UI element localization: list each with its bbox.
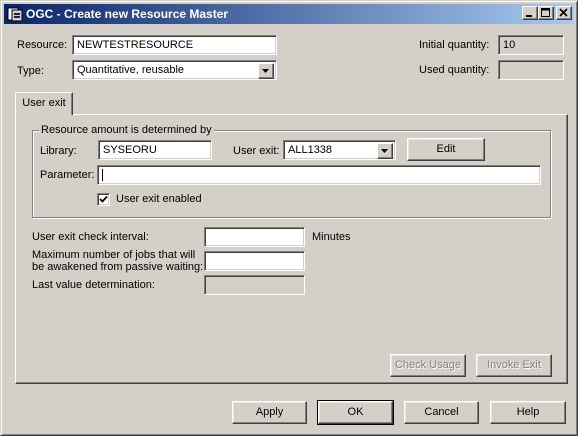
library-label: Library: <box>40 145 77 157</box>
apply-button[interactable]: Apply <box>232 401 307 424</box>
user-exit-select[interactable]: ALL1338 <box>283 140 396 160</box>
maximize-button[interactable] <box>538 6 554 20</box>
last-value-field <box>204 275 305 295</box>
title-bar[interactable]: OGC - Create new Resource Master <box>4 4 574 24</box>
check-interval-input[interactable] <box>204 227 305 247</box>
max-jobs-label-line2: be awakened from passive waiting: <box>32 261 204 273</box>
library-input[interactable]: SYSEORU <box>98 140 212 160</box>
max-jobs-input[interactable] <box>204 251 305 271</box>
dialog-window: OGC - Create new Resource Master Resourc… <box>0 0 578 436</box>
initial-quantity-field: 10 <box>498 35 564 55</box>
resource-input[interactable]: NEWTESTRESOURCE <box>72 35 277 55</box>
ok-button[interactable]: OK <box>317 400 394 425</box>
type-dropdown-button[interactable] <box>258 63 274 79</box>
type-select[interactable]: Quantitative, reusable <box>72 60 277 80</box>
close-button[interactable] <box>556 6 572 20</box>
max-jobs-label-line1: Maximum number of jobs that will <box>32 249 196 261</box>
resource-label: Resource: <box>17 39 68 51</box>
type-label: Type: <box>17 65 44 77</box>
invoke-exit-button[interactable]: Invoke Exit <box>476 354 552 377</box>
minimize-icon <box>526 15 532 17</box>
type-select-value: Quantitative, reusable <box>77 64 185 76</box>
parameter-label: Parameter: <box>40 169 95 181</box>
user-exit-enabled-checkbox[interactable] <box>97 193 110 206</box>
user-exit-dropdown-button[interactable] <box>377 143 393 159</box>
initial-quantity-label: Initial quantity: <box>419 39 490 51</box>
used-quantity-label: Used quantity: <box>419 64 490 76</box>
tab-user-exit[interactable]: User exit <box>15 92 73 115</box>
check-usage-button[interactable]: Check Usage <box>390 354 466 377</box>
last-value-label: Last value determination: <box>32 279 155 291</box>
parameter-input[interactable] <box>97 165 541 185</box>
user-exit-label: User exit: <box>233 145 280 157</box>
maximize-icon <box>541 8 550 17</box>
chevron-down-icon <box>381 149 388 153</box>
used-quantity-field <box>498 60 564 80</box>
user-exit-select-value: ALL1338 <box>288 144 333 156</box>
help-button[interactable]: Help <box>490 401 566 424</box>
check-interval-label: User exit check interval: <box>32 231 149 243</box>
window-title: OGC - Create new Resource Master <box>26 7 229 21</box>
minimize-button[interactable] <box>522 6 538 20</box>
group-title: Resource amount is determined by <box>39 124 214 136</box>
chevron-down-icon <box>262 69 269 73</box>
text-cursor <box>102 169 103 181</box>
cancel-button[interactable]: Cancel <box>404 401 479 424</box>
check-icon <box>99 195 108 203</box>
app-icon <box>7 6 23 22</box>
user-exit-enabled-label: User exit enabled <box>116 193 202 205</box>
check-interval-unit: Minutes <box>312 231 351 243</box>
close-icon <box>559 8 568 17</box>
edit-button[interactable]: Edit <box>407 138 485 161</box>
tab-user-exit-label: User exit <box>22 97 66 109</box>
